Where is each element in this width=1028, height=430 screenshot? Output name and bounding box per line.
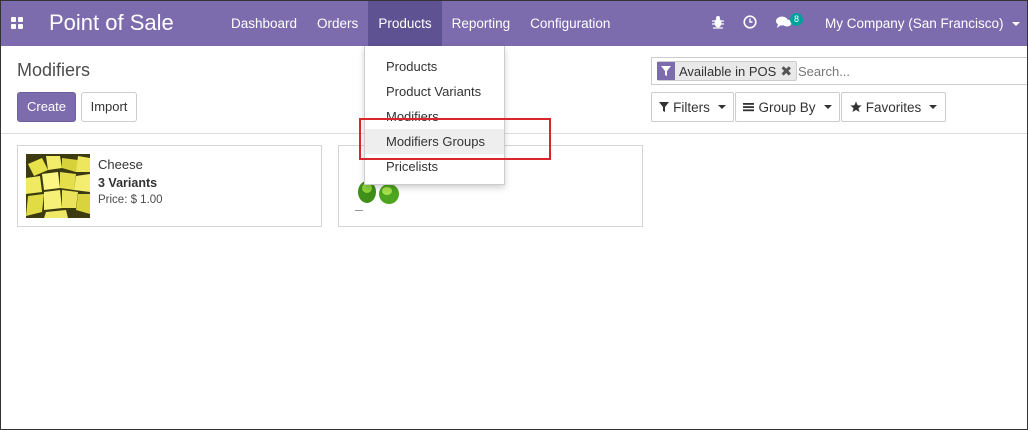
remove-facet-icon[interactable]: ✖ (780, 62, 796, 80)
company-switcher[interactable]: My Company (San Francisco) (825, 1, 1020, 46)
favorites-label: Favorites (865, 99, 922, 115)
caret-down-icon (823, 105, 832, 109)
card-variants-count: 3 Variants (98, 176, 158, 190)
bars-icon (743, 103, 755, 112)
caret-down-icon (929, 105, 938, 109)
company-name: My Company (San Francisco) (825, 16, 1004, 31)
search-input[interactable] (798, 62, 1018, 80)
chat-bubbles-icon[interactable] (776, 1, 792, 46)
filter-funnel-icon (659, 102, 670, 112)
card-product-name: Cheese (98, 157, 143, 172)
menu-dashboard[interactable]: Dashboard (221, 1, 307, 46)
filter-funnel-icon (657, 62, 675, 80)
caret-down-icon (717, 105, 726, 109)
menu-configuration[interactable]: Configuration (520, 1, 620, 46)
chevron-down-icon (1011, 22, 1020, 27)
activity-clock-icon[interactable] (743, 1, 757, 46)
star-icon (850, 101, 862, 112)
app-title: Point of Sale (49, 10, 174, 35)
menu-reporting[interactable]: Reporting (442, 1, 521, 46)
main-menu: Dashboard Orders Products Reporting Conf… (221, 1, 620, 46)
kanban-card[interactable]: Cheese 3 Variants Price: $ 1.00 (17, 145, 322, 227)
debug-bug-icon[interactable] (711, 1, 725, 46)
import-button[interactable]: Import (81, 92, 137, 122)
annotation-highlight-box (359, 118, 551, 160)
page-title: Modifiers (17, 60, 91, 80)
top-navbar: Point of Sale Dashboard Orders Products … (1, 1, 1027, 46)
group-by-button[interactable]: Group By (735, 92, 840, 122)
facet-label: Available in POS (679, 63, 777, 79)
dropdown-item-product-variants[interactable]: Product Variants (365, 79, 504, 104)
card-price: Price: $ 1.00 (98, 194, 163, 206)
search-facet: Available in POS ✖ (657, 61, 798, 81)
menu-products[interactable]: Products (368, 1, 442, 46)
products-dropdown-menu: Products Product Variants Modifiers Modi… (364, 46, 505, 185)
dropdown-item-products[interactable]: Products (365, 54, 504, 79)
apps-grid-icon[interactable] (11, 17, 23, 29)
search-bar: Available in POS ✖ (651, 57, 1027, 85)
app-window: Point of Sale Dashboard Orders Products … (0, 0, 1028, 430)
create-button[interactable]: Create (17, 92, 76, 122)
filters-label: Filters (673, 99, 710, 115)
menu-orders[interactable]: Orders (307, 1, 368, 46)
chat-count-badge: 8 (790, 13, 804, 26)
product-image-cheese (26, 154, 90, 218)
filters-button[interactable]: Filters (651, 92, 734, 122)
group-by-label: Group By (758, 99, 816, 115)
favorites-button[interactable]: Favorites (841, 92, 946, 122)
